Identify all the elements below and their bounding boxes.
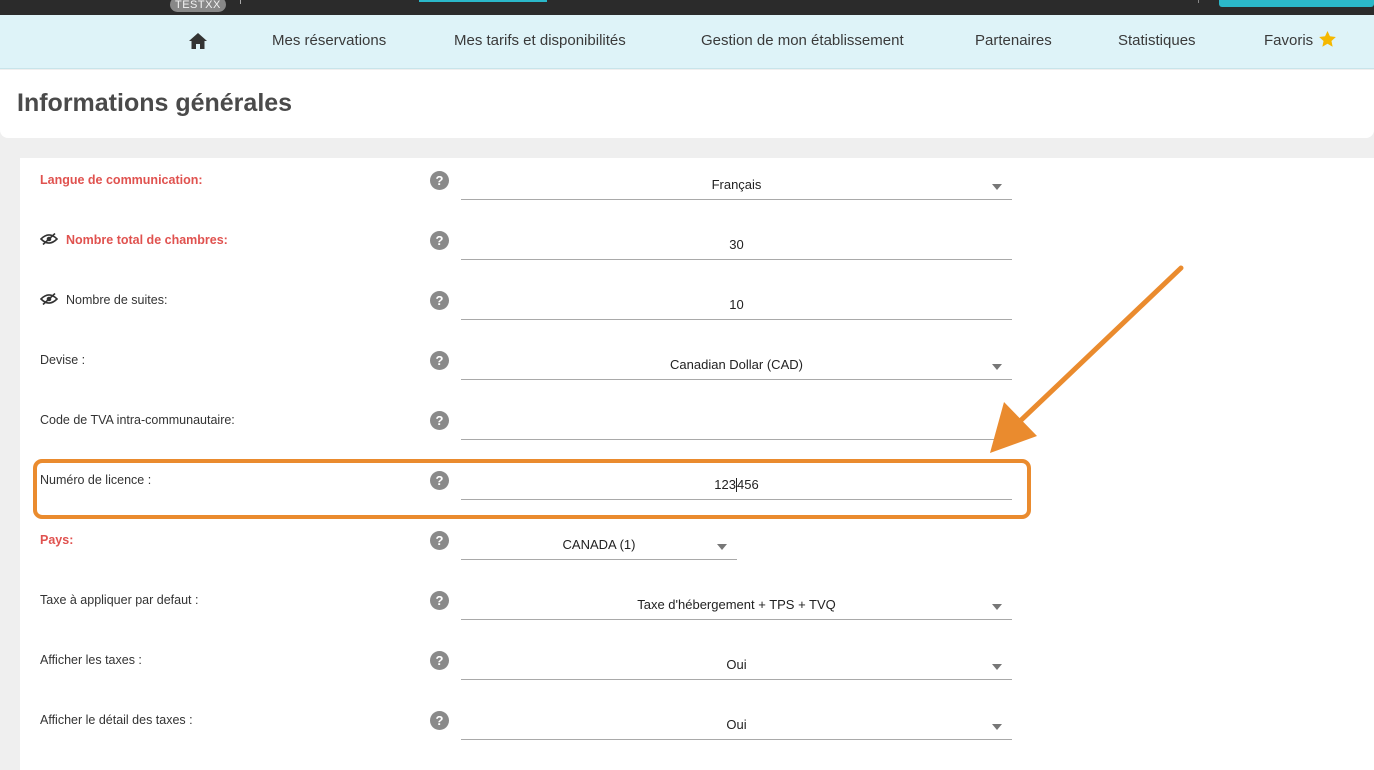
top-bar: TESTXX	[0, 0, 1374, 15]
field-label-license-number: Numéro de licence :	[40, 473, 152, 487]
home-icon	[189, 33, 207, 49]
form-row-total-rooms: Nombre total de chambres: ? 30	[20, 218, 1374, 278]
total-rooms-input[interactable]: 30	[461, 232, 1012, 260]
help-icon[interactable]: ?	[430, 171, 449, 190]
field-label-total-rooms: Nombre total de chambres:	[40, 233, 228, 247]
field-label-default-tax: Taxe à appliquer par defaut :	[40, 593, 199, 607]
default-tax-select[interactable]: Taxe d'hébergement + TPS + TVQ	[461, 592, 1012, 620]
language-select[interactable]: Français	[461, 172, 1012, 200]
nav-item-favorites[interactable]: Favoris	[1264, 15, 1337, 68]
country-select-value: CANADA (1)	[562, 537, 636, 552]
help-icon[interactable]: ?	[430, 591, 449, 610]
help-icon[interactable]: ?	[430, 651, 449, 670]
caret-down-icon	[992, 184, 1002, 190]
nav-item-property[interactable]: Gestion de mon établissement	[701, 15, 904, 68]
nav-home[interactable]	[189, 15, 209, 68]
field-label-tax-detail: Afficher le détail des taxes :	[40, 713, 193, 727]
nav-item-favorites-label: Favoris	[1264, 32, 1314, 49]
topbar-action-button[interactable]	[1219, 0, 1374, 7]
form-row-currency: Devise : ? Canadian Dollar (CAD)	[20, 338, 1374, 398]
show-taxes-select-value: Oui	[726, 657, 747, 672]
help-icon[interactable]: ?	[430, 471, 449, 490]
field-label-total-rooms-text: Nombre total de chambres:	[66, 233, 228, 247]
caret-down-icon	[992, 364, 1002, 370]
general-info-form: Langue de communication: ? Français Nomb…	[20, 158, 1374, 770]
form-row-language: Langue de communication: ? Français	[20, 158, 1374, 218]
eye-slash-icon[interactable]	[40, 293, 58, 306]
page-title: Informations générales	[17, 89, 293, 117]
suites-value: 10	[729, 297, 744, 312]
eye-slash-icon[interactable]	[40, 233, 58, 246]
nav-item-reservations[interactable]: Mes réservations	[272, 15, 386, 68]
help-icon[interactable]: ?	[430, 291, 449, 310]
field-label-show-taxes: Afficher les taxes :	[40, 653, 142, 667]
show-taxes-select[interactable]: Oui	[461, 652, 1012, 680]
page-header: Informations générales	[0, 70, 1374, 138]
form-row-country: Pays: ? CANADA (1)	[20, 518, 1374, 578]
language-select-value: Français	[711, 177, 762, 192]
nav-item-rates[interactable]: Mes tarifs et disponibilités	[454, 15, 626, 68]
license-number-value-start: 123	[714, 477, 736, 492]
field-label-vat-code: Code de TVA intra-communautaire:	[40, 413, 235, 427]
total-rooms-value: 30	[729, 237, 744, 252]
help-icon[interactable]: ?	[430, 351, 449, 370]
tax-detail-select[interactable]: Oui	[461, 712, 1012, 740]
form-row-vat-code: Code de TVA intra-communautaire: ?	[20, 398, 1374, 458]
help-icon[interactable]: ?	[430, 231, 449, 250]
country-select[interactable]: CANADA (1)	[461, 532, 737, 560]
form-row-license-number: Numéro de licence : ? 123456	[20, 458, 1374, 518]
field-label-country: Pays:	[40, 533, 74, 547]
caret-down-icon	[992, 664, 1002, 670]
tax-detail-select-value: Oui	[726, 717, 747, 732]
help-icon[interactable]: ?	[430, 411, 449, 430]
default-tax-select-value: Taxe d'hébergement + TPS + TVQ	[637, 597, 836, 612]
caret-down-icon	[717, 544, 727, 550]
field-label-language: Langue de communication:	[40, 173, 203, 187]
license-number-input[interactable]: 123456	[461, 472, 1012, 500]
field-label-suites: Nombre de suites:	[40, 293, 167, 307]
help-icon[interactable]: ?	[430, 531, 449, 550]
currency-select[interactable]: Canadian Dollar (CAD)	[461, 352, 1012, 380]
topbar-divider	[240, 0, 241, 4]
active-indicator	[419, 0, 547, 2]
form-row-default-tax: Taxe à appliquer par defaut : ? Taxe d'h…	[20, 578, 1374, 638]
nav-item-partners[interactable]: Partenaires	[975, 15, 1052, 68]
field-label-suites-text: Nombre de suites:	[66, 293, 168, 307]
license-number-value-end: 456	[737, 477, 759, 492]
nav-item-statistics[interactable]: Statistiques	[1118, 15, 1196, 68]
currency-select-value: Canadian Dollar (CAD)	[670, 357, 803, 372]
caret-down-icon	[992, 604, 1002, 610]
help-icon[interactable]: ?	[430, 711, 449, 730]
star-icon	[1319, 30, 1337, 47]
account-badge[interactable]: TESTXX	[170, 0, 226, 12]
form-row-suites: Nombre de suites: ? 10	[20, 278, 1374, 338]
suites-input[interactable]: 10	[461, 292, 1012, 320]
main-nav: Mes réservations Mes tarifs et disponibi…	[0, 15, 1374, 69]
topbar-divider-right	[1198, 0, 1199, 3]
vat-code-input[interactable]	[461, 412, 1012, 440]
form-row-show-taxes: Afficher les taxes : ? Oui	[20, 638, 1374, 698]
form-row-tax-detail: Afficher le détail des taxes : ? Oui	[20, 698, 1374, 758]
field-label-currency: Devise :	[40, 353, 86, 367]
caret-down-icon	[992, 724, 1002, 730]
